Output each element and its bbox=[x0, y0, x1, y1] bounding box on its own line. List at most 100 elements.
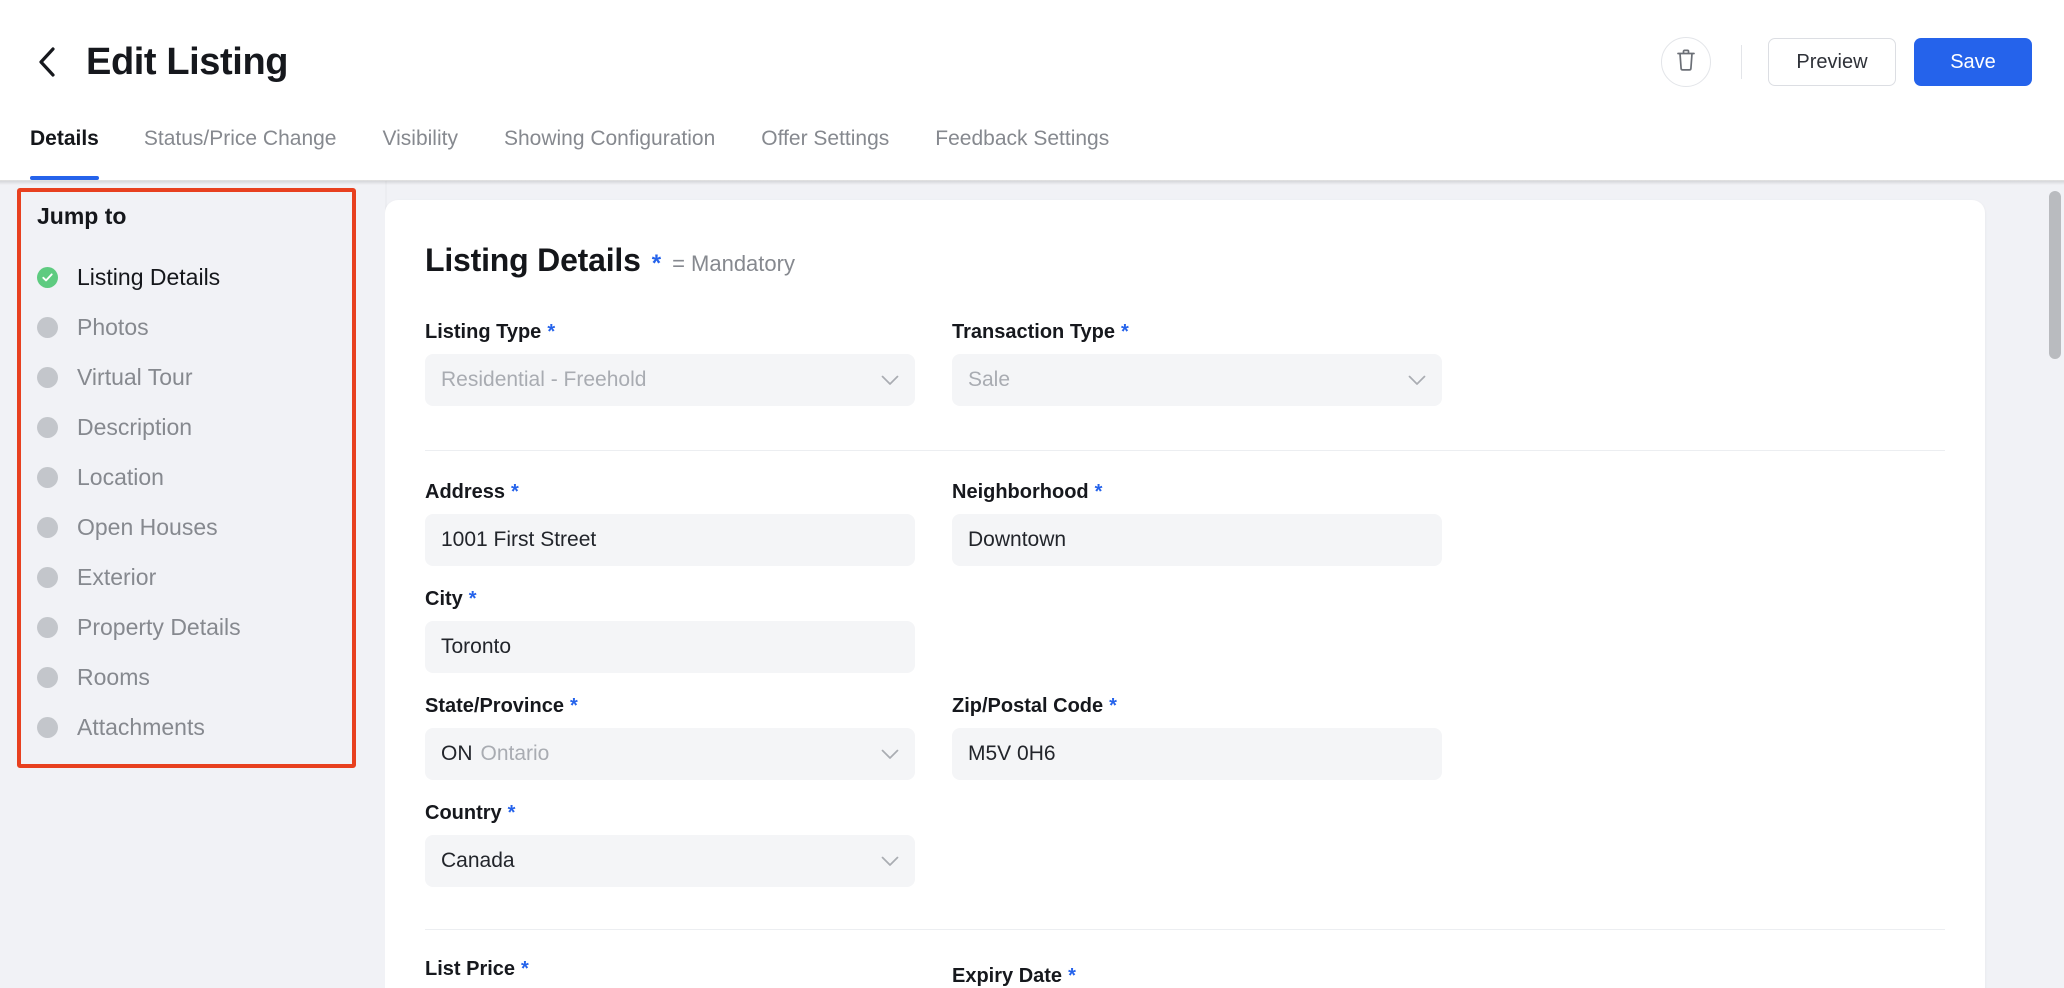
sidebar-item-exterior[interactable]: Exterior bbox=[0, 552, 385, 602]
listing-type-select[interactable]: Residential - Freehold bbox=[425, 354, 915, 406]
label-text: List Price bbox=[425, 958, 516, 980]
header-divider bbox=[1741, 45, 1742, 79]
field-label: Expiry Date * bbox=[952, 965, 1442, 988]
form-row-address: Address * 1001 First Street Neighborhood… bbox=[425, 481, 1945, 695]
chevron-down-icon bbox=[1408, 368, 1426, 392]
sidebar-item-label: Attachments bbox=[77, 713, 205, 740]
sidebar-item-open-houses[interactable]: Open Houses bbox=[0, 502, 385, 552]
state-province-select[interactable]: ON Ontario bbox=[425, 728, 915, 780]
state-province-secondary: Ontario bbox=[480, 742, 550, 765]
delete-listing-button[interactable] bbox=[1661, 37, 1711, 87]
label-text: Neighborhood bbox=[952, 481, 1089, 503]
label-text: Country bbox=[425, 802, 502, 824]
scrollbar-thumb[interactable] bbox=[2049, 191, 2061, 359]
section-divider bbox=[425, 450, 1945, 451]
dot-icon bbox=[37, 666, 58, 688]
zip-postal-value: M5V 0H6 bbox=[968, 742, 1056, 765]
label-text: Transaction Type bbox=[952, 321, 1116, 343]
field-expiry-date: Expiry Date * Jan 1, 2024 bbox=[952, 965, 1442, 988]
tab-offer-settings[interactable]: Offer Settings bbox=[738, 124, 912, 180]
preview-button[interactable]: Preview bbox=[1768, 38, 1896, 86]
required-marker: * bbox=[511, 481, 519, 503]
save-button[interactable]: Save bbox=[1914, 38, 2032, 86]
label-text: City bbox=[425, 588, 463, 610]
zip-postal-input[interactable]: M5V 0H6 bbox=[952, 728, 1442, 780]
field-state-province: State/Province * ON Ontario bbox=[425, 695, 915, 780]
sidebar-item-virtual-tour[interactable]: Virtual Tour bbox=[0, 352, 385, 402]
sidebar-item-label: Property Details bbox=[77, 613, 241, 640]
listing-type-value: Residential - Freehold bbox=[441, 368, 647, 391]
sidebar-item-label: Location bbox=[77, 463, 164, 490]
tab-bar: Details Status/Price Change Visibility S… bbox=[0, 124, 2064, 180]
field-label: State/Province * bbox=[425, 695, 915, 718]
country-select[interactable]: Canada bbox=[425, 835, 915, 887]
neighborhood-input[interactable]: Downtown bbox=[952, 514, 1442, 566]
trash-icon bbox=[1675, 48, 1697, 77]
required-marker: * bbox=[468, 588, 477, 610]
field-label: Zip/Postal Code * bbox=[952, 695, 1442, 718]
sidebar-item-rooms[interactable]: Rooms bbox=[0, 652, 385, 702]
tab-status-price-change[interactable]: Status/Price Change bbox=[121, 124, 360, 180]
sidebar-item-property-details[interactable]: Property Details bbox=[0, 602, 385, 652]
required-marker: * bbox=[1068, 965, 1076, 987]
field-zip-postal-code: Zip/Postal Code * M5V 0H6 bbox=[952, 695, 1442, 780]
label-text: State/Province bbox=[425, 695, 564, 717]
dot-icon bbox=[37, 566, 58, 588]
address-value: 1001 First Street bbox=[441, 528, 597, 551]
dot-icon bbox=[37, 316, 58, 338]
field-label: Country * bbox=[425, 802, 915, 825]
sidebar-item-description[interactable]: Description bbox=[0, 402, 385, 452]
form-row-type: Listing Type * Residential - Freehold Tr… bbox=[425, 321, 1945, 428]
tab-feedback-settings[interactable]: Feedback Settings bbox=[912, 124, 1132, 180]
sidebar-item-label: Description bbox=[77, 413, 193, 440]
sidebar-item-label: Virtual Tour bbox=[77, 363, 193, 390]
form-row-region: State/Province * ON Ontario Zip/Postal C… bbox=[425, 695, 1945, 909]
city-input[interactable]: Toronto bbox=[425, 621, 915, 673]
field-address: Address * 1001 First Street bbox=[425, 481, 915, 566]
sidebar-item-location[interactable]: Location bbox=[0, 452, 385, 502]
required-marker: * bbox=[1094, 481, 1103, 503]
listing-details-card: Listing Details * = Mandatory Listing Ty… bbox=[385, 200, 1985, 988]
main-content-scroll[interactable]: Listing Details * = Mandatory Listing Ty… bbox=[385, 181, 2064, 988]
address-input[interactable]: 1001 First Street bbox=[425, 514, 915, 566]
header-left-group: Edit Listing bbox=[0, 42, 288, 82]
state-province-value: ON bbox=[441, 742, 473, 765]
chevron-down-icon bbox=[881, 742, 899, 766]
transaction-type-select[interactable]: Sale bbox=[952, 354, 1442, 406]
sidebar-item-photos[interactable]: Photos bbox=[0, 302, 385, 352]
field-label: Listing Type * bbox=[425, 321, 915, 344]
field-neighborhood: Neighborhood * Downtown bbox=[952, 481, 1442, 566]
tab-visibility[interactable]: Visibility bbox=[359, 124, 480, 180]
label-text: Address bbox=[425, 481, 506, 503]
chevron-left-icon bbox=[37, 46, 57, 78]
field-label: Address * bbox=[425, 481, 915, 504]
required-marker: * bbox=[507, 802, 516, 824]
field-country: Country * Canada bbox=[425, 802, 915, 887]
field-city: City * Toronto bbox=[425, 588, 915, 673]
tab-showing-configuration[interactable]: Showing Configuration bbox=[481, 124, 738, 180]
mandatory-star: * bbox=[651, 250, 662, 277]
required-marker: * bbox=[1109, 695, 1117, 717]
jump-to-title: Jump to bbox=[37, 203, 127, 229]
app-root: Edit Listing Preview Save Details Status… bbox=[0, 0, 2064, 988]
chevron-down-icon bbox=[881, 849, 899, 873]
country-value: Canada bbox=[441, 849, 515, 872]
required-marker: * bbox=[521, 958, 529, 980]
tab-details[interactable]: Details bbox=[30, 124, 121, 180]
sidebar-item-label: Photos bbox=[77, 313, 149, 340]
required-marker: * bbox=[547, 321, 556, 343]
dot-icon bbox=[37, 516, 58, 538]
field-listing-type: Listing Type * Residential - Freehold bbox=[425, 321, 915, 406]
back-button[interactable] bbox=[30, 42, 64, 82]
sidebar-item-listing-details[interactable]: Listing Details bbox=[0, 252, 385, 302]
sidebar-item-attachments[interactable]: Attachments bbox=[0, 702, 385, 752]
dot-icon bbox=[37, 366, 58, 388]
jump-to-list: Listing Details Photos Virtual Tour Desc… bbox=[0, 252, 385, 752]
dot-icon bbox=[37, 716, 58, 738]
section-divider bbox=[425, 929, 1945, 930]
scrollbar-track[interactable] bbox=[2046, 181, 2064, 988]
transaction-type-value: Sale bbox=[968, 368, 1011, 391]
field-label: Transaction Type * bbox=[952, 321, 1442, 344]
field-label: Neighborhood * bbox=[952, 481, 1442, 504]
city-value: Toronto bbox=[441, 635, 512, 658]
